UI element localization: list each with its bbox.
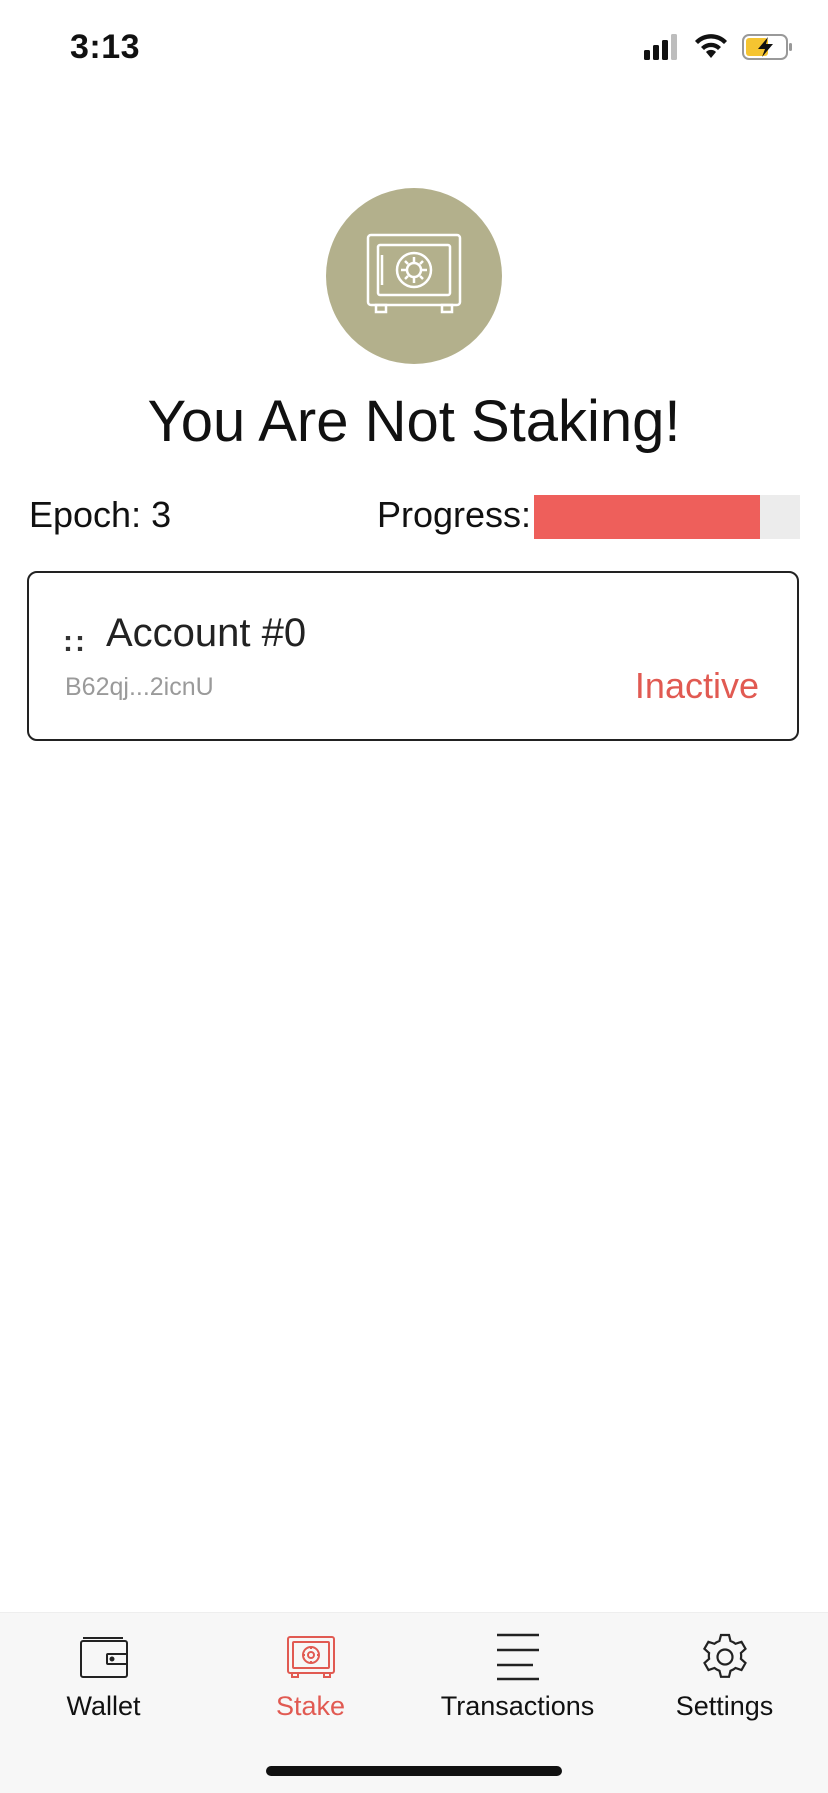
staking-safe-badge <box>326 188 502 364</box>
account-name: Account #0 <box>106 611 307 655</box>
account-card[interactable]: :: Account #0 B62qj...2icnU Inactive <box>27 571 799 741</box>
battery-charging-icon <box>742 34 794 65</box>
signal-icon <box>644 34 680 65</box>
list-icon <box>495 1629 541 1685</box>
tab-label: Settings <box>675 1691 774 1721</box>
epoch-label: Epoch: 3 <box>29 494 172 535</box>
epoch-progress-bar <box>534 495 800 539</box>
status-icons <box>644 34 794 65</box>
progress-label: Progress: <box>377 494 532 535</box>
page-title: You Are Not Staking! <box>147 389 681 454</box>
status-bar: 3:13 <box>0 0 828 100</box>
gear-icon <box>700 1629 750 1685</box>
epoch-progress-fill <box>534 495 761 539</box>
tab-settings[interactable]: Settings <box>621 1613 828 1743</box>
tab-label: Stake <box>275 1691 346 1721</box>
account-address: B62qj...2icnU <box>65 673 214 701</box>
safe-icon <box>286 1629 336 1685</box>
safe-icon <box>366 233 462 320</box>
tab-wallet[interactable]: Wallet <box>0 1613 207 1743</box>
status-time: 3:13 <box>70 28 141 66</box>
home-indicator <box>266 1766 562 1776</box>
wifi-icon <box>694 34 728 65</box>
tab-label: Wallet <box>66 1691 141 1721</box>
tab-stake[interactable]: Stake <box>207 1613 414 1743</box>
wallet-icon <box>79 1629 129 1685</box>
drag-handle-icon[interactable]: :: <box>63 625 87 659</box>
account-status-badge: Inactive <box>634 665 759 706</box>
tab-label: Transactions <box>440 1691 595 1721</box>
tab-transactions[interactable]: Transactions <box>414 1613 621 1743</box>
